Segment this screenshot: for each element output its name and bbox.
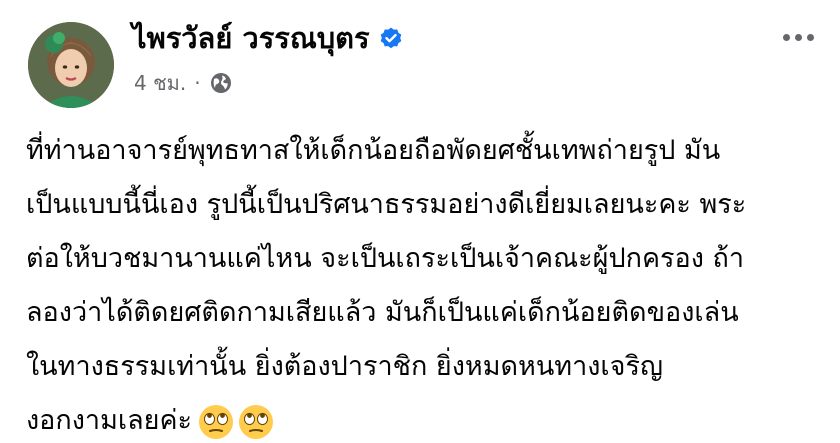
dot: [806, 33, 814, 41]
globe-icon[interactable]: [209, 71, 233, 95]
verified-badge-icon: [378, 26, 404, 52]
dot: [782, 33, 790, 41]
post-text-line: ต่อให้บวชมานานแค่ไหน จะเป็นเถระเป็นเจ้าค…: [26, 243, 745, 274]
post-text-line: ในทางธรรมเท่านั้น ยิ่งต้องปาราชิก ยิ่งหม…: [26, 351, 663, 382]
profile-photo: [28, 22, 114, 108]
post-text-line: เป็นแบบนี้นี่เอง รูปนี้เป็นปริศนาธรรมอย่…: [26, 189, 747, 220]
author-name[interactable]: ไพรวัลย์ วรรณบุตร: [132, 16, 370, 60]
face-with-rolling-eyes-icon: [198, 404, 234, 440]
meta-separator: ·: [194, 71, 201, 95]
dot: [794, 33, 802, 41]
post-text: ที่ท่านอาจารย์พุทธทาสให้เด็กน้อยถือพัดยศ…: [26, 124, 826, 443]
post-text-line: ที่ท่านอาจารย์พุทธทาสให้เด็กน้อยถือพัดยศ…: [26, 135, 721, 166]
more-options-icon[interactable]: [776, 22, 820, 52]
post-text-last-line: งอกงามเลยค่ะ: [26, 394, 826, 443]
post-text-line: งอกงามเลยค่ะ: [26, 405, 193, 436]
author-avatar[interactable]: [28, 22, 114, 108]
post-meta: 4 ชม. ·: [134, 68, 233, 98]
post-header: ไพรวัลย์ วรรณบุตร: [132, 16, 404, 60]
emoji-group: [198, 404, 274, 440]
face-with-rolling-eyes-icon: [238, 404, 274, 440]
post-timestamp[interactable]: 4 ชม.: [134, 68, 186, 98]
post-text-line: ลองว่าได้ติดยศติดกามเสียแล้ว มันก็เป็นแค…: [26, 297, 739, 328]
